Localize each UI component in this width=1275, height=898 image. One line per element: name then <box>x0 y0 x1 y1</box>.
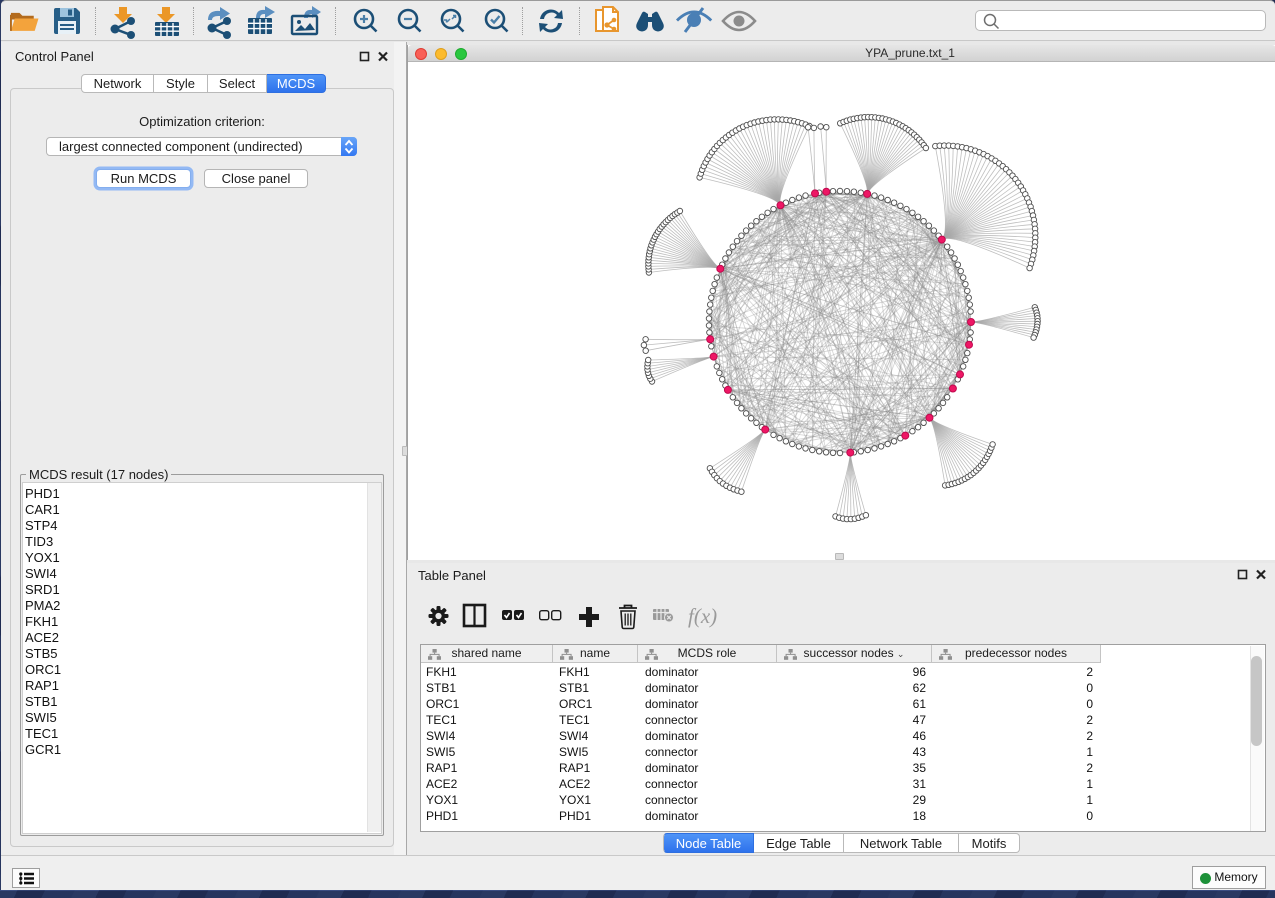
svg-text:f(x): f(x) <box>688 604 717 628</box>
